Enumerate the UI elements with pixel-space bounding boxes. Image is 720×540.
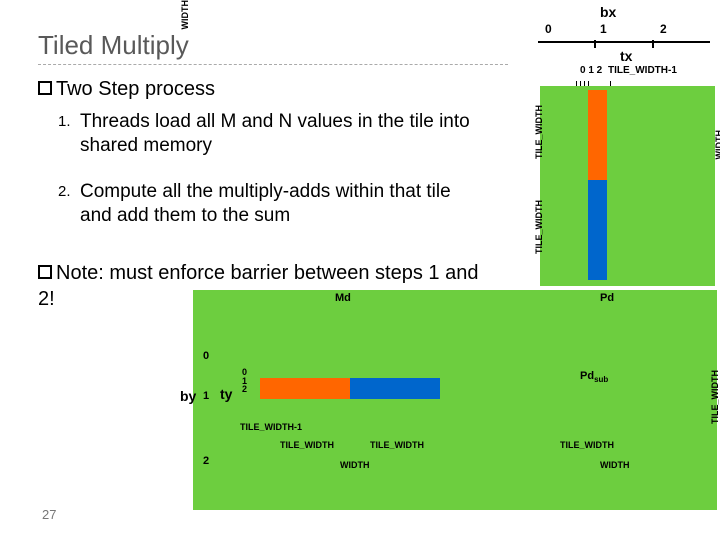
label-by0: 0 <box>203 350 209 362</box>
note-rest: must enforce barrier between steps 1 and… <box>38 262 478 310</box>
tick-row <box>576 76 614 86</box>
pdsub-sub: sub <box>594 375 608 384</box>
label-by: by <box>180 388 196 404</box>
label-bx0: 0 <box>545 22 552 36</box>
label-width-2: WIDTH <box>600 460 630 470</box>
tile-row-orange <box>260 378 350 394</box>
sub-bullet-1: Threads load all M and N values in the t… <box>80 110 480 158</box>
label-bx: bx <box>600 4 616 20</box>
divider <box>38 64 508 65</box>
label-by1: 1 <box>203 390 209 402</box>
checkbox-icon <box>38 81 52 95</box>
bracket-bx <box>538 30 718 42</box>
tile-row-blue <box>350 378 440 394</box>
vlabel-tilewidth-r: TILE_WIDTH <box>710 370 720 424</box>
label-tilewidth-b1: TILE_WIDTH <box>280 440 334 450</box>
tile-column-blue-thin <box>603 180 607 280</box>
vlabel-width-right: WIDTH <box>714 130 720 160</box>
label-bx1: 1 <box>600 22 607 36</box>
tile-row-orange-thin <box>260 394 350 399</box>
label-tilewidth-b2: TILE_WIDTH <box>370 440 424 450</box>
note-prefix: Note: <box>56 262 104 284</box>
pdsub-text: Pd <box>580 370 594 382</box>
list-number-2: 2. <box>58 183 71 200</box>
vlabel-width-r2: WIDTH <box>180 0 190 30</box>
bullet-note: Note: must enforce barrier between steps… <box>38 260 498 312</box>
label-tilewidth-b3: TILE_WIDTH <box>560 440 614 450</box>
label-width-1: WIDTH <box>340 460 370 470</box>
label-ty: ty <box>220 386 232 402</box>
sub-bullet-2: Compute all the multiply-adds within tha… <box>80 180 480 228</box>
matrix-n <box>540 86 715 286</box>
matrix-md-pd <box>193 290 717 510</box>
vlabel-tilewidth-1: TILE_WIDTH <box>534 105 544 159</box>
bullet-text-rest: Step process <box>93 78 215 100</box>
list-number-1: 1. <box>58 113 71 130</box>
bullet-text: Two <box>56 78 93 100</box>
label-tilewidth-1: TILE_WIDTH-1 <box>608 65 677 76</box>
vlabel-tilewidth-2: TILE_WIDTH <box>534 200 544 254</box>
label-bx2: 2 <box>660 22 667 36</box>
tile-column-orange-thin <box>603 90 607 180</box>
label-by2: 2 <box>203 455 209 467</box>
tile-row-blue-thin <box>350 394 440 399</box>
label-tilewidth-m1-v: TILE_WIDTH-1 <box>240 422 302 432</box>
label-ty012: 012 <box>242 368 247 394</box>
label-pd: Pd <box>600 292 614 304</box>
label-tx012: 0 1 2 <box>580 65 602 76</box>
tile-column-orange <box>588 90 603 180</box>
slide-title: Tiled Multiply <box>38 30 189 61</box>
tile-column-blue <box>588 180 603 280</box>
label-pdsub: Pdsub <box>580 370 608 384</box>
checkbox-icon <box>38 265 52 279</box>
label-tx: tx <box>620 48 632 64</box>
page-number: 27 <box>42 507 56 522</box>
bullet-two-step: Two Step process <box>38 78 215 101</box>
